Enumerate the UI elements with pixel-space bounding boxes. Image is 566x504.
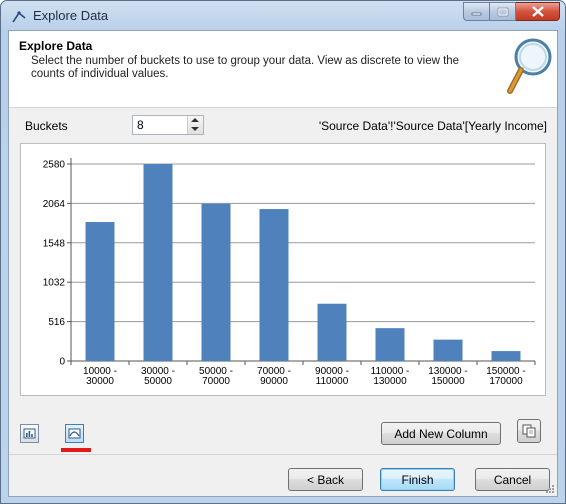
y-tick-label: 2064 xyxy=(43,199,66,210)
histogram-chart-area: 0 516 1032 1548 2064 2580 10000 -30000 30000 -5… xyxy=(20,143,546,396)
x-tick-label: 50000 xyxy=(144,376,172,387)
add-new-column-button[interactable]: Add New Column xyxy=(381,422,501,445)
histogram-bar[interactable] xyxy=(433,339,463,361)
window-title: Explore Data xyxy=(33,8,109,23)
back-button[interactable]: < Back xyxy=(288,468,363,491)
maximize-button[interactable] xyxy=(490,2,516,21)
buckets-label: Buckets xyxy=(25,119,68,133)
explore-data-window: Explore Data Explore Data Select the num… xyxy=(0,0,566,504)
header-title: Explore Data xyxy=(19,39,93,53)
spinner-up-arrow-icon[interactable] xyxy=(191,118,199,122)
x-tick-label: 130000 xyxy=(373,376,407,387)
close-icon xyxy=(531,6,544,17)
explore-data-app-icon xyxy=(12,11,26,23)
y-tick-label: 516 xyxy=(48,317,65,328)
title-bar[interactable]: Explore Data xyxy=(1,1,565,31)
resize-grip-icon[interactable] xyxy=(545,484,555,494)
histogram-bar[interactable] xyxy=(259,209,289,361)
line-chart-view-button[interactable] xyxy=(65,424,84,443)
histogram-bar[interactable] xyxy=(317,303,347,361)
bar-chart-icon xyxy=(23,428,36,439)
x-tick-label: 70000 xyxy=(202,376,230,387)
magnifier-icon xyxy=(507,38,552,94)
histogram-bar[interactable] xyxy=(143,164,173,361)
x-tick-label: 170000 xyxy=(489,376,523,387)
buckets-value[interactable]: 8 xyxy=(137,118,144,132)
histogram-bar[interactable] xyxy=(85,222,115,361)
histogram-bar[interactable] xyxy=(491,351,521,361)
dialog-body: Explore Data Select the number of bucket… xyxy=(8,30,558,497)
maximize-icon xyxy=(497,7,508,16)
bar-chart-view-button[interactable] xyxy=(20,424,39,443)
copy-button[interactable] xyxy=(517,419,541,443)
minimize-icon xyxy=(471,12,481,15)
copy-icon xyxy=(522,424,536,438)
selected-view-indicator xyxy=(61,448,91,452)
x-tick-label: 90000 xyxy=(260,376,288,387)
caption-buttons xyxy=(463,2,560,22)
source-column-label: 'Source Data'!'Source Data'[Yearly Incom… xyxy=(318,119,547,133)
y-tick-label: 1548 xyxy=(43,238,66,249)
spinner-buttons xyxy=(187,116,203,134)
finish-button[interactable]: Finish xyxy=(380,468,455,491)
y-tick-label: 1032 xyxy=(43,278,66,289)
histogram-chart: 0516103215482064258010000 -3000030000 -5… xyxy=(43,158,536,387)
y-tick-label: 0 xyxy=(59,357,65,368)
histogram-bar[interactable] xyxy=(201,203,231,361)
cancel-button[interactable]: Cancel xyxy=(475,468,550,491)
spinner-down-arrow-icon[interactable] xyxy=(191,127,199,131)
footer-separator xyxy=(9,454,557,455)
close-button[interactable] xyxy=(516,2,560,21)
minimize-button[interactable] xyxy=(463,2,490,21)
y-tick-label: 2580 xyxy=(43,160,66,171)
x-tick-label: 110000 xyxy=(316,376,349,387)
x-tick-label: 150000 xyxy=(431,376,465,387)
header-description: Select the number of buckets to use to g… xyxy=(31,55,460,80)
line-chart-icon xyxy=(68,428,81,439)
histogram-bar[interactable] xyxy=(375,328,405,361)
wizard-header: Explore Data Select the number of bucket… xyxy=(9,31,557,108)
x-tick-label: 30000 xyxy=(86,376,114,387)
buckets-spinner[interactable]: 8 xyxy=(132,115,204,135)
